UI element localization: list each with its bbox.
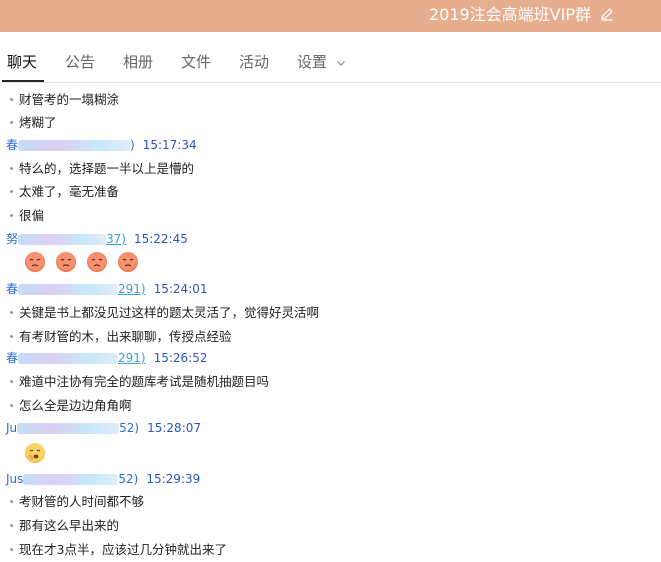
message-timestamp: 15:22:45: [133, 232, 188, 246]
list-item: 有考财管的木，出来聊聊，传授点经验: [10, 329, 232, 345]
message-timestamp: 15:26:52: [153, 351, 208, 365]
tab-chat[interactable]: 聊天: [7, 52, 37, 72]
message-sender[interactable]: 春 291) 15:24:01: [6, 281, 208, 297]
list-item: 怎么全是边边角角啊: [10, 398, 132, 414]
message-timestamp: 15:17:34: [142, 138, 197, 152]
tab-album[interactable]: 相册: [123, 52, 153, 72]
chevron-down-icon: [336, 60, 345, 66]
list-item: 很偏: [10, 208, 44, 224]
list-item: 那有这么早出来的: [10, 518, 119, 534]
tab-activities[interactable]: 活动: [239, 52, 269, 72]
tab-settings-label: 设置: [297, 53, 328, 71]
title-bar: 2019注会高端班VIP群: [0, 0, 661, 32]
group-title: 2019注会高端班VIP群: [428, 5, 591, 24]
message-timestamp: 15:28:07: [147, 421, 202, 435]
list-item: 特么的，选择题一半以上是懵的: [10, 161, 194, 177]
list-item: 难道中注协有完全的题库考试是随机抽题目吗: [10, 374, 269, 390]
list-item: 太难了，毫无准备: [10, 184, 119, 200]
active-tab-indicator: [2, 80, 44, 82]
flushed-face-icon: [118, 252, 139, 272]
list-item: 烤糊了: [10, 115, 57, 131]
tab-settings[interactable]: 设置: [297, 52, 346, 72]
emoji-message: [24, 442, 50, 464]
message-sender[interactable]: Ju 52) 15:28:07: [6, 420, 201, 436]
flushed-face-icon: [56, 252, 77, 272]
message-timestamp: 15:24:01: [153, 282, 208, 296]
list-item: 财管考的一塌糊涂: [10, 92, 119, 108]
tab-bar: 聊天 公告 相册 文件 活动 设置: [0, 40, 661, 83]
pencil-icon[interactable]: [599, 6, 615, 22]
yawning-face-icon: [25, 443, 45, 463]
message-timestamp: 15:29:39: [146, 472, 201, 486]
tab-files[interactable]: 文件: [181, 52, 211, 72]
flushed-face-icon: [25, 252, 45, 272]
emoji-message: [24, 251, 143, 273]
flushed-face-icon: [87, 252, 108, 272]
message-sender[interactable]: 努 37) 15:22:45: [6, 231, 188, 247]
message-sender[interactable]: 春 291) 15:26:52: [6, 350, 208, 366]
tab-announcements[interactable]: 公告: [65, 52, 95, 72]
message-sender[interactable]: Jus 52) 15:29:39: [6, 471, 200, 487]
list-item: 考财管的人时间都不够: [10, 494, 144, 510]
list-item: 关键是书上都没见过这样的题太灵活了，觉得好灵活啊: [10, 305, 319, 321]
message-sender[interactable]: 春) 15:17:34: [6, 137, 197, 153]
list-item: 现在才3点半，应该过几分钟就出来了: [10, 542, 227, 558]
